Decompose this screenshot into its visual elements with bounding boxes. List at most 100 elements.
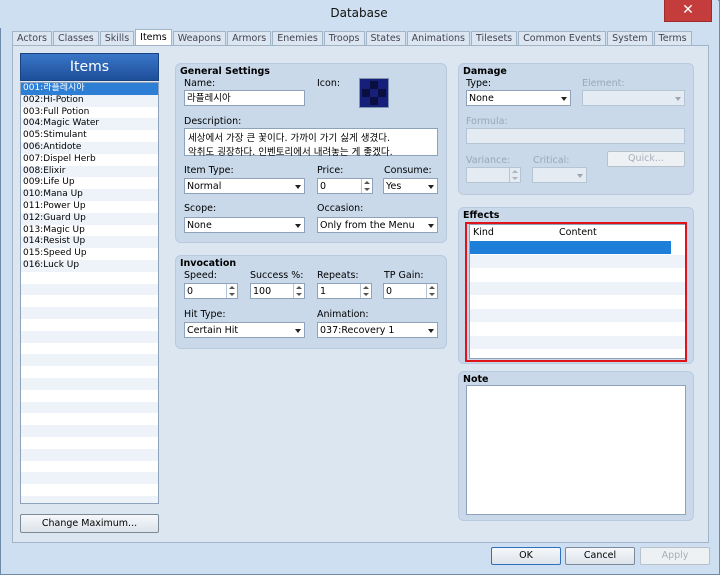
empty-row[interactable] bbox=[21, 437, 158, 449]
empty-row[interactable] bbox=[21, 461, 158, 473]
empty-row[interactable] bbox=[21, 319, 158, 331]
tab-enemies[interactable]: Enemies bbox=[272, 31, 323, 45]
empty-row[interactable] bbox=[21, 472, 158, 485]
tab-classes[interactable]: Classes bbox=[52, 31, 99, 45]
list-item[interactable]: 003:Full Potion bbox=[21, 107, 158, 119]
tab-weapons[interactable]: Weapons bbox=[172, 31, 227, 45]
empty-row[interactable] bbox=[21, 295, 158, 307]
list-item[interactable]: 005:Stimulant bbox=[21, 130, 158, 142]
animation-select[interactable]: 037:Recovery 1 bbox=[317, 322, 438, 338]
variance-stepper[interactable] bbox=[466, 167, 521, 183]
scope-select[interactable]: None bbox=[184, 217, 305, 233]
tab-common-events[interactable]: Common Events bbox=[518, 31, 607, 45]
cancel-button[interactable]: Cancel bbox=[565, 547, 635, 565]
chevron-down-icon bbox=[675, 97, 681, 101]
chevron-down-icon bbox=[295, 329, 301, 333]
formula-field[interactable] bbox=[466, 128, 685, 144]
list-item[interactable]: 002:Hi-Potion bbox=[21, 94, 158, 107]
item-type-label: Item Type: bbox=[184, 165, 234, 176]
empty-row[interactable] bbox=[21, 366, 158, 378]
empty-row[interactable] bbox=[21, 354, 158, 367]
empty-row[interactable] bbox=[21, 390, 158, 402]
item-icon[interactable] bbox=[359, 78, 389, 108]
ok-button[interactable]: OK bbox=[491, 547, 561, 565]
tab-tilesets[interactable]: Tilesets bbox=[471, 31, 518, 45]
list-item[interactable]: 009:Life Up bbox=[21, 177, 158, 189]
tab-system[interactable]: System bbox=[607, 31, 653, 45]
empty-row[interactable] bbox=[21, 425, 158, 437]
chevron-down-icon bbox=[428, 185, 434, 189]
tab-terms[interactable]: Terms bbox=[653, 31, 692, 45]
spinner-icon[interactable] bbox=[509, 168, 520, 182]
description-label: Description: bbox=[184, 116, 242, 127]
occasion-value: Only from the Menu bbox=[320, 220, 415, 231]
repeats-stepper[interactable]: 1 bbox=[317, 283, 372, 299]
animation-value: 037:Recovery 1 bbox=[320, 325, 395, 336]
speed-stepper[interactable]: 0 bbox=[184, 283, 238, 299]
consume-select[interactable]: Yes bbox=[383, 178, 438, 194]
success-value: 100 bbox=[253, 286, 272, 297]
empty-row[interactable] bbox=[21, 413, 158, 425]
chevron-down-icon bbox=[428, 224, 434, 228]
empty-row[interactable] bbox=[21, 448, 158, 461]
name-label: Name: bbox=[184, 78, 216, 89]
success-stepper[interactable]: 100 bbox=[250, 283, 305, 299]
empty-row[interactable] bbox=[21, 484, 158, 496]
empty-row[interactable] bbox=[21, 343, 158, 355]
list-item[interactable]: 001:라플레시아 bbox=[21, 83, 158, 95]
occasion-select[interactable]: Only from the Menu bbox=[317, 217, 438, 233]
spinner-icon[interactable] bbox=[226, 284, 237, 298]
tab-animations[interactable]: Animations bbox=[406, 31, 471, 45]
tab-items[interactable]: Items bbox=[135, 29, 172, 45]
item-type-select[interactable]: Normal bbox=[184, 178, 305, 194]
list-item[interactable]: 010:Mana Up bbox=[21, 189, 158, 201]
description-field[interactable]: 세상에서 가장 큰 꽃이다. 가까이 가기 싫게 생겼다. 악취도 굉장하다. … bbox=[184, 128, 438, 158]
close-button[interactable]: ✕ bbox=[664, 0, 712, 22]
hit-type-select[interactable]: Certain Hit bbox=[184, 322, 305, 338]
list-item[interactable]: 014:Resist Up bbox=[21, 236, 158, 249]
empty-row[interactable] bbox=[21, 283, 158, 296]
critical-select[interactable] bbox=[532, 167, 587, 183]
list-item[interactable]: 011:Power Up bbox=[21, 201, 158, 213]
list-item[interactable]: 004:Magic Water bbox=[21, 118, 158, 131]
description-line: 세상에서 가장 큰 꽃이다. 가까이 가기 싫게 생겼다. bbox=[188, 133, 390, 144]
spinner-icon[interactable] bbox=[361, 179, 372, 193]
damage-type-label: Type: bbox=[466, 78, 492, 89]
speed-value: 0 bbox=[187, 286, 194, 297]
empty-row[interactable] bbox=[21, 272, 158, 284]
price-stepper[interactable]: 0 bbox=[317, 178, 373, 194]
name-field[interactable]: 라플레시아 bbox=[184, 90, 305, 106]
empty-row[interactable] bbox=[21, 377, 158, 390]
apply-button[interactable]: Apply bbox=[640, 547, 710, 565]
list-item[interactable]: 012:Guard Up bbox=[21, 212, 158, 225]
tab-troops[interactable]: Troops bbox=[323, 31, 365, 45]
empty-row[interactable] bbox=[21, 401, 158, 414]
change-maximum-button[interactable]: Change Maximum... bbox=[20, 514, 159, 533]
quick-button[interactable]: Quick... bbox=[607, 151, 685, 167]
list-item[interactable]: 007:Dispel Herb bbox=[21, 154, 158, 166]
list-item[interactable]: 008:Elixir bbox=[21, 165, 158, 178]
tab-states[interactable]: States bbox=[365, 31, 406, 45]
empty-row[interactable] bbox=[21, 307, 158, 319]
list-item[interactable]: 015:Speed Up bbox=[21, 248, 158, 260]
items-list[interactable]: 001:라플레시아 002:Hi-Potion 003:Full Potion … bbox=[20, 82, 159, 504]
list-item[interactable]: 006:Antidote bbox=[21, 141, 158, 154]
critical-label: Critical: bbox=[533, 155, 570, 166]
item-type-value: Normal bbox=[187, 181, 222, 192]
empty-row[interactable] bbox=[21, 495, 158, 503]
empty-row[interactable] bbox=[21, 330, 158, 343]
list-item[interactable]: 016:Luck Up bbox=[21, 259, 158, 272]
spinner-icon[interactable] bbox=[426, 284, 437, 298]
damage-type-select[interactable]: None bbox=[466, 90, 571, 106]
effects-title: Effects bbox=[463, 210, 500, 221]
tab-actors[interactable]: Actors bbox=[12, 31, 52, 45]
tp-gain-stepper[interactable]: 0 bbox=[383, 283, 438, 299]
list-item[interactable]: 013:Magic Up bbox=[21, 225, 158, 237]
element-select[interactable] bbox=[582, 90, 685, 106]
spinner-icon[interactable] bbox=[360, 284, 371, 298]
icon-detail bbox=[378, 89, 386, 97]
tab-armors[interactable]: Armors bbox=[227, 31, 272, 45]
spinner-icon[interactable] bbox=[293, 284, 304, 298]
note-field[interactable] bbox=[466, 385, 686, 515]
tab-skills[interactable]: Skills bbox=[99, 31, 135, 45]
